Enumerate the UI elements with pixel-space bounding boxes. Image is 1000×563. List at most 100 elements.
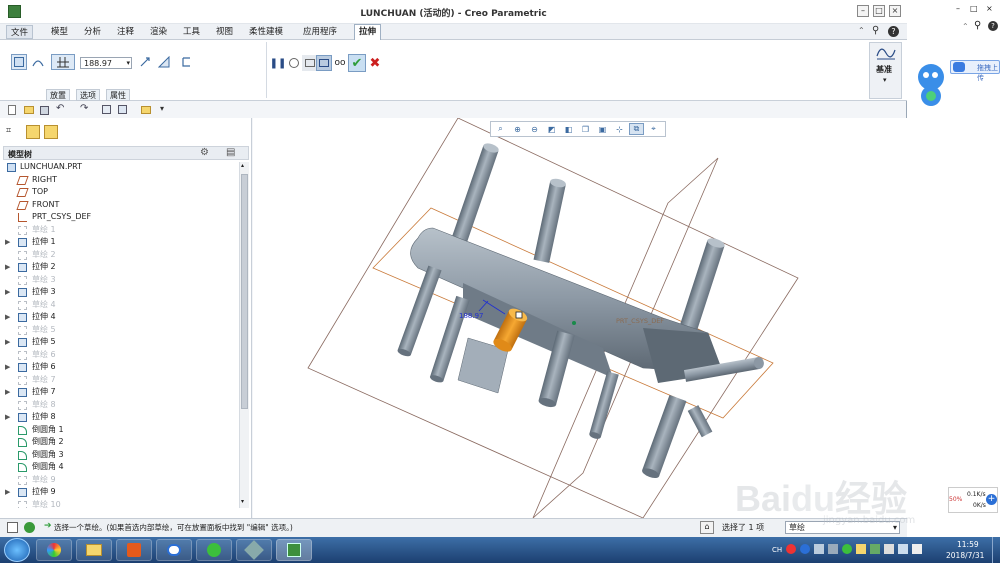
tree-item-plane[interactable]: TOP — [5, 186, 237, 199]
tree-item-plane[interactable]: FRONT — [5, 199, 237, 212]
volume-icon[interactable] — [912, 544, 922, 554]
zoom-out-icon[interactable]: ⊖ — [527, 123, 542, 135]
display-style-icon[interactable]: ◧ — [561, 123, 576, 135]
mascot-avatar[interactable] — [916, 64, 946, 110]
expand-arrow-icon[interactable]: ▶ — [5, 286, 13, 299]
undo-icon[interactable]: ↶ — [56, 103, 64, 114]
clock-time[interactable]: 11:59 — [957, 540, 979, 549]
expand-arrow-icon[interactable]: ▶ — [5, 361, 13, 374]
favorites-tab[interactable] — [44, 125, 58, 139]
tab-file[interactable]: 文件 — [6, 25, 34, 39]
tab-analysis[interactable]: 分析 — [80, 25, 105, 39]
tray-icons[interactable] — [786, 544, 936, 556]
expand-arrow-icon[interactable]: ▶ — [5, 336, 13, 349]
view-manager-icon[interactable]: ▣ — [595, 123, 610, 135]
cancel-button[interactable]: ✖ — [367, 55, 383, 71]
remove-material-button[interactable] — [156, 54, 172, 70]
saved-views-icon[interactable]: ❐ — [578, 123, 593, 135]
surface-extrude-button[interactable] — [30, 54, 46, 70]
tree-item-extrude[interactable]: ▶ 拉伸 8 — [5, 411, 237, 424]
folder-browser-tab[interactable] — [26, 125, 40, 139]
collapse-ribbon-icon[interactable]: ⌃ — [858, 26, 865, 35]
tray-icon-8[interactable] — [884, 544, 894, 554]
tree-item-extrude[interactable]: ▶ 拉伸 3 — [5, 286, 237, 299]
tab-annotate[interactable]: 注释 — [113, 25, 138, 39]
show-icon[interactable]: ▤ — [226, 147, 235, 158]
tree-item-sketch[interactable]: 草绘 8 — [5, 399, 237, 412]
tree-item-plane[interactable]: RIGHT — [5, 174, 237, 187]
redo-icon[interactable]: ↷ — [80, 103, 88, 114]
browser-toggle-icon[interactable] — [24, 522, 35, 533]
tree-root[interactable]: LUNCHUAN.PRT — [5, 161, 237, 174]
expand-arrow-icon[interactable]: ▶ — [5, 261, 13, 274]
upload-button[interactable]: 拖拽上传 — [950, 60, 1000, 82]
no-preview-icon[interactable] — [286, 55, 302, 71]
datum-group[interactable]: 基准 ▾ — [869, 42, 902, 99]
tree-item-extrude[interactable]: ▶ 拉伸 6 — [5, 361, 237, 374]
tray-icon-2[interactable] — [800, 544, 810, 554]
confirm-button[interactable]: ✔ — [348, 54, 366, 72]
close-icon[interactable]: × — [986, 4, 993, 13]
tree-item-sketch[interactable]: 草绘 7 — [5, 374, 237, 387]
clock-date[interactable]: 2018/7/31 — [946, 551, 984, 560]
windows-icon[interactable] — [118, 105, 127, 114]
expand-arrow-icon[interactable]: ▶ — [5, 236, 13, 249]
scroll-thumb[interactable] — [241, 174, 248, 409]
graphics-window[interactable]: 188.97 PRT_CSYS_DEF — [253, 117, 907, 519]
save-icon[interactable] — [40, 106, 49, 115]
model-graphics[interactable]: 188.97 PRT_CSYS_DEF — [253, 117, 907, 519]
tray-icon-5[interactable] — [842, 544, 852, 554]
datum-display-icon[interactable]: ⊹ — [612, 123, 627, 135]
tab-flexible-modeling[interactable]: 柔性建模 — [245, 25, 287, 39]
scroll-up-arrow[interactable]: ▴ — [241, 162, 244, 169]
filter-select[interactable]: 草绘 ▾ — [785, 521, 900, 534]
taskbar-app-browser[interactable] — [36, 539, 72, 561]
expand-arrow-icon[interactable]: ▶ — [5, 386, 13, 399]
regenerate-icon[interactable] — [102, 105, 111, 114]
tree-item-sketch[interactable]: 草绘 3 — [5, 274, 237, 287]
taskbar-app-explorer[interactable] — [76, 539, 112, 561]
tree-item-round[interactable]: 倒圆角 1 — [5, 424, 237, 437]
minimize-icon[interactable]: – — [956, 4, 960, 13]
taskbar-app-player[interactable] — [116, 539, 152, 561]
zoom-in-icon[interactable]: ⊕ — [510, 123, 525, 135]
tab-render[interactable]: 渲染 — [146, 25, 171, 39]
help-icon[interactable]: ? — [888, 26, 899, 37]
model-tree-tab[interactable]: ⌗ — [6, 126, 20, 140]
tree-item-sketch[interactable]: 草绘 1 — [5, 224, 237, 237]
annotation-display-icon[interactable]: ⧉ — [629, 123, 644, 135]
taskbar-app-creo[interactable] — [276, 539, 312, 561]
start-button[interactable] — [4, 538, 30, 562]
tab-properties[interactable]: 属性 — [106, 89, 130, 101]
tree-item-extrude[interactable]: ▶ 拉伸 1 — [5, 236, 237, 249]
expand-icon[interactable]: ⌃ — [962, 22, 969, 31]
minimize-button[interactable]: – — [857, 5, 869, 17]
customize-qat-icon[interactable]: ▾ — [160, 104, 164, 113]
tray-icon-1[interactable] — [786, 544, 796, 554]
open-file-icon[interactable] — [24, 106, 34, 114]
solid-extrude-button[interactable] — [11, 54, 27, 70]
taskbar-app-baidu-netdisk[interactable] — [156, 539, 192, 561]
tray-icon-4[interactable] — [828, 544, 838, 554]
tree-item-extrude[interactable]: ▶ 拉伸 2 — [5, 261, 237, 274]
tray-icon-6[interactable] — [856, 544, 866, 554]
dropdown-arrow-icon[interactable]: ▾ — [126, 58, 130, 69]
spin-center-icon[interactable]: ⌖ — [646, 123, 661, 135]
tree-item-extrude[interactable]: ▶ 拉伸 9 — [5, 486, 237, 499]
maximize-button[interactable]: □ — [873, 5, 885, 17]
search-icon[interactable]: ⚲ — [974, 20, 981, 31]
depth-value-field[interactable]: 188.97 ▾ — [80, 57, 132, 69]
expand-arrow-icon[interactable]: ▶ — [5, 486, 13, 499]
close-button[interactable]: × — [889, 5, 901, 17]
thicken-sketch-button[interactable] — [178, 54, 194, 70]
close-window-icon[interactable] — [141, 106, 151, 114]
dimension-value[interactable]: 188.97 — [459, 312, 484, 320]
tree-item-csys[interactable]: PRT_CSYS_DEF — [5, 211, 237, 224]
tree-item-sketch[interactable]: 草绘 4 — [5, 299, 237, 312]
expand-arrow-icon[interactable]: ▶ — [5, 311, 13, 324]
tab-placement[interactable]: 放置 — [46, 89, 70, 101]
tree-item-round[interactable]: 倒圆角 2 — [5, 436, 237, 449]
navigator-toggle-icon[interactable] — [7, 522, 18, 533]
scroll-down-arrow[interactable]: ▾ — [241, 498, 244, 505]
help-icon[interactable]: ? — [988, 21, 998, 31]
